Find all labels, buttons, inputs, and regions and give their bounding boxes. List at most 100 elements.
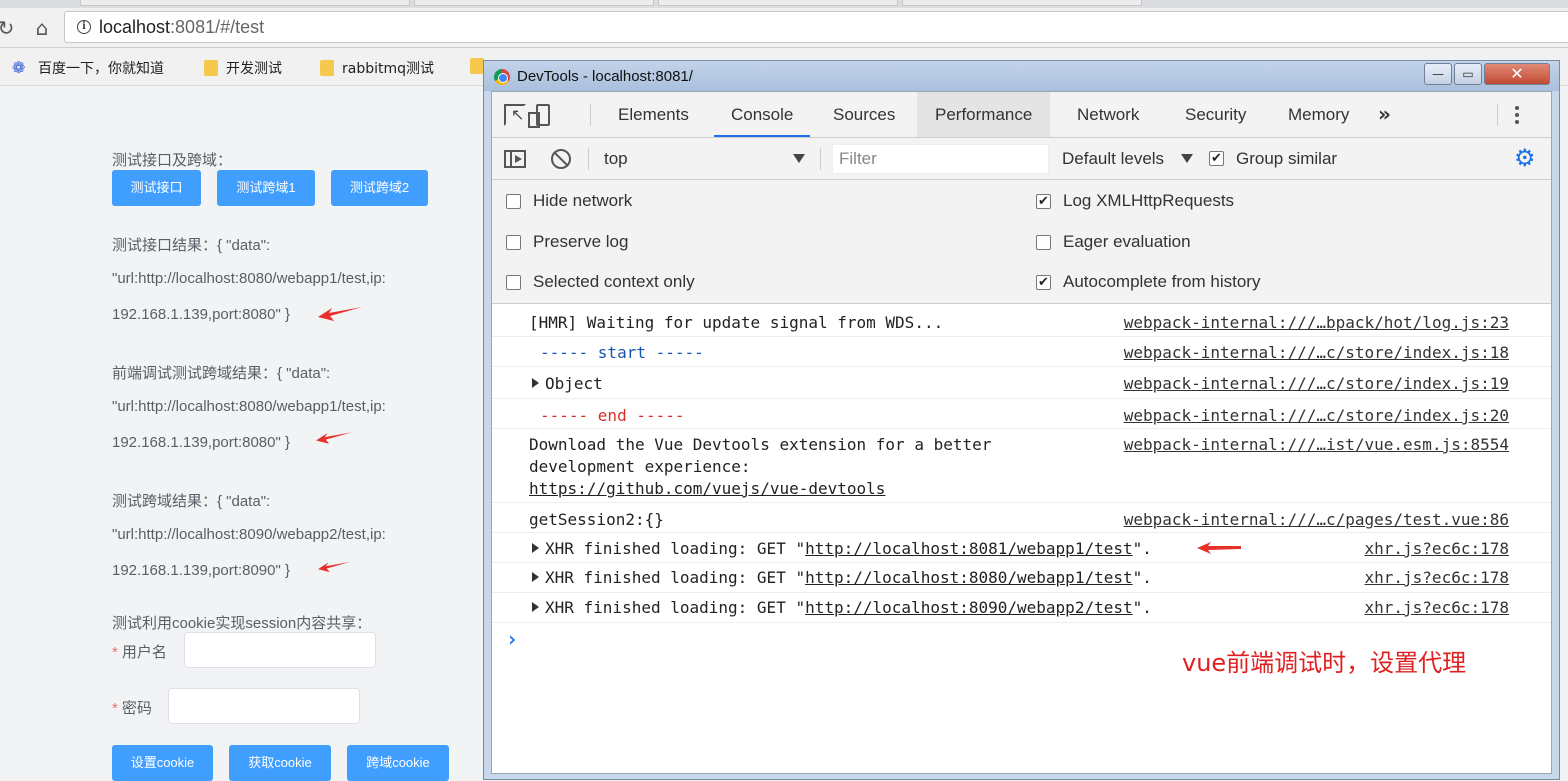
reload-icon[interactable]: ↻ <box>0 16 18 40</box>
log-levels-dropdown[interactable]: Default levels <box>1062 138 1164 180</box>
tab-network[interactable]: Network <box>1077 92 1139 137</box>
url-field[interactable]: i localhost:8081/#/test <box>64 11 1568 43</box>
result1-line1: 测试接口结果：{ "data": <box>112 237 271 254</box>
home-icon[interactable]: ⌂ <box>30 16 54 40</box>
context-dropdown-icon[interactable] <box>793 154 805 163</box>
test-api-button[interactable]: 测试接口 <box>112 170 201 206</box>
tab-security[interactable]: Security <box>1185 92 1246 137</box>
inspect-element-icon[interactable] <box>504 104 526 126</box>
vue-devtools-link[interactable]: https://github.com/vuejs/vue-devtools <box>529 479 885 498</box>
result1-line3: 192.168.1.139,port:8080" } <box>112 306 290 323</box>
red-arrow-icon <box>1197 542 1241 554</box>
get-cookie-button[interactable]: 获取cookie <box>229 745 331 781</box>
devtools-window-title: DevTools - localhost:8081/ <box>517 68 693 85</box>
filter-input[interactable]: Filter <box>832 144 1049 174</box>
minimize-button[interactable]: — <box>1424 63 1452 85</box>
xhr-message[interactable]: XHR finished loading: GET "http://localh… <box>532 539 1152 558</box>
tab-console[interactable]: Console <box>714 92 811 137</box>
hide-network-checkbox[interactable] <box>506 194 521 209</box>
tab-elements[interactable]: Elements <box>618 92 689 137</box>
console-row[interactable]: XHR finished loading: GET "http://localh… <box>492 533 1551 563</box>
info-icon[interactable]: i <box>77 20 91 34</box>
device-toolbar-icon[interactable] <box>528 104 550 128</box>
console-source-link[interactable]: xhr.js?ec6c:178 <box>1365 568 1510 587</box>
object-label: Object <box>545 374 603 393</box>
console-row[interactable]: XHR finished loading: GET "http://localh… <box>492 563 1551 593</box>
maximize-button[interactable]: ▭ <box>1454 63 1482 85</box>
console-source-link[interactable]: webpack-internal:///…c/store/index.js:19 <box>1124 374 1509 393</box>
result2-line2: "url:http://localhost:8080/webapp1/test,… <box>112 398 386 415</box>
console-row[interactable]: XHR finished loading: GET "http://localh… <box>492 593 1551 623</box>
chrome-icon <box>494 69 510 85</box>
browser-tab[interactable] <box>414 0 654 6</box>
browser-tab[interactable] <box>658 0 898 6</box>
set-cookie-button[interactable]: 设置cookie <box>112 745 213 781</box>
console-settings-gear-icon[interactable]: ⚙ <box>1514 146 1536 170</box>
password-label-text: 密码 <box>121 700 152 717</box>
bookmark-baidu[interactable]: ❁ 百度一下，你就知道 <box>12 58 164 78</box>
result3-line2: "url:http://localhost:8090/webapp2/test,… <box>112 526 386 543</box>
close-button[interactable]: ✕ <box>1484 63 1550 85</box>
kebab-menu-icon[interactable] <box>1515 104 1521 126</box>
xhr-url-link[interactable]: http://localhost:8080/webapp1/test <box>805 568 1133 587</box>
xhr-message[interactable]: XHR finished loading: GET "http://localh… <box>532 568 1152 587</box>
show-sidebar-icon[interactable] <box>504 150 526 168</box>
console-source-link[interactable]: xhr.js?ec6c:178 <box>1365 598 1510 617</box>
devtools-tabbar: Elements Console Sources Performance Net… <box>492 92 1551 138</box>
bookmark-label: 百度一下，你就知道 <box>38 61 164 77</box>
red-arrow-icon <box>318 307 362 321</box>
autocomplete-history-label: Autocomplete from history <box>1063 272 1261 291</box>
page-content: 测试接口及跨域： 测试接口 测试跨域1 测试跨域2 测试接口结果：{ "data… <box>0 87 490 781</box>
bookmark-folder-dev-test[interactable]: 开发测试 <box>204 58 282 78</box>
bookmark-folder-rabbitmq[interactable]: rabbitmq测试 <box>320 58 434 78</box>
clear-console-icon[interactable] <box>551 149 571 169</box>
eager-evaluation-checkbox[interactable] <box>1036 235 1051 250</box>
console-row: getSession2:{} webpack-internal:///…c/pa… <box>492 503 1551 533</box>
console-row[interactable]: Object webpack-internal:///…c/store/inde… <box>492 367 1551 399</box>
console-object[interactable]: Object <box>532 374 603 393</box>
folder-icon <box>470 58 484 74</box>
browser-tab[interactable] <box>902 0 1142 6</box>
console-source-link[interactable]: webpack-internal:///…c/store/index.js:20 <box>1124 406 1509 425</box>
expand-triangle-icon[interactable] <box>532 572 539 582</box>
console-source-link[interactable]: webpack-internal:///…c/store/index.js:18 <box>1124 343 1509 362</box>
result3-line3: 192.168.1.139,port:8090" } <box>112 562 290 579</box>
expand-triangle-icon[interactable] <box>532 378 539 388</box>
cross-domain-cookie-button[interactable]: 跨域cookie <box>347 745 449 781</box>
test-cors1-button[interactable]: 测试跨域1 <box>217 170 315 206</box>
browser-tab[interactable] <box>80 0 410 6</box>
preserve-log-checkbox[interactable] <box>506 235 521 250</box>
xhr-url-link[interactable]: http://localhost:8081/webapp1/test <box>805 539 1133 558</box>
username-input[interactable] <box>184 632 376 668</box>
xhr-url-link[interactable]: http://localhost:8090/webapp2/test <box>805 598 1133 617</box>
folder-icon <box>320 60 334 76</box>
console-toolbar: top Filter Default levels ✔ Group simila… <box>492 138 1551 180</box>
xhr-message[interactable]: XHR finished loading: GET "http://localh… <box>532 598 1152 617</box>
console-source-link[interactable]: webpack-internal:///…ist/vue.esm.js:8554 <box>1124 435 1509 454</box>
test-cors2-button[interactable]: 测试跨域2 <box>331 170 428 206</box>
tab-performance[interactable]: Performance <box>917 92 1051 137</box>
tab-sources[interactable]: Sources <box>833 92 895 137</box>
more-tabs-button[interactable]: » <box>1378 92 1391 137</box>
console-source-link[interactable]: xhr.js?ec6c:178 <box>1365 539 1510 558</box>
expand-triangle-icon[interactable] <box>532 602 539 612</box>
console-prompt-icon[interactable]: › <box>506 627 518 651</box>
divider <box>588 148 589 170</box>
preserve-log-label: Preserve log <box>533 232 629 251</box>
expand-triangle-icon[interactable] <box>532 543 539 553</box>
tab-memory[interactable]: Memory <box>1288 92 1349 137</box>
console-source-link[interactable]: webpack-internal:///…bpack/hot/log.js:23 <box>1124 313 1509 332</box>
console-source-link[interactable]: webpack-internal:///…c/pages/test.vue:86 <box>1124 510 1509 529</box>
log-xhr-checkbox[interactable]: ✔ <box>1036 194 1051 209</box>
hide-network-label: Hide network <box>533 191 633 210</box>
bookmark-folder[interactable] <box>470 58 484 74</box>
context-selector[interactable]: top <box>604 138 628 180</box>
password-input[interactable] <box>168 688 360 724</box>
devtools-titlebar[interactable]: DevTools - localhost:8081/ — ▭ ✕ <box>484 61 1559 91</box>
selected-context-only-checkbox[interactable] <box>506 275 521 290</box>
group-similar-checkbox[interactable]: ✔ <box>1209 151 1224 166</box>
levels-dropdown-icon[interactable] <box>1181 154 1193 163</box>
autocomplete-history-checkbox[interactable]: ✔ <box>1036 275 1051 290</box>
result3-line1: 测试跨域结果：{ "data": <box>112 493 271 510</box>
red-arrow-icon <box>316 432 352 444</box>
